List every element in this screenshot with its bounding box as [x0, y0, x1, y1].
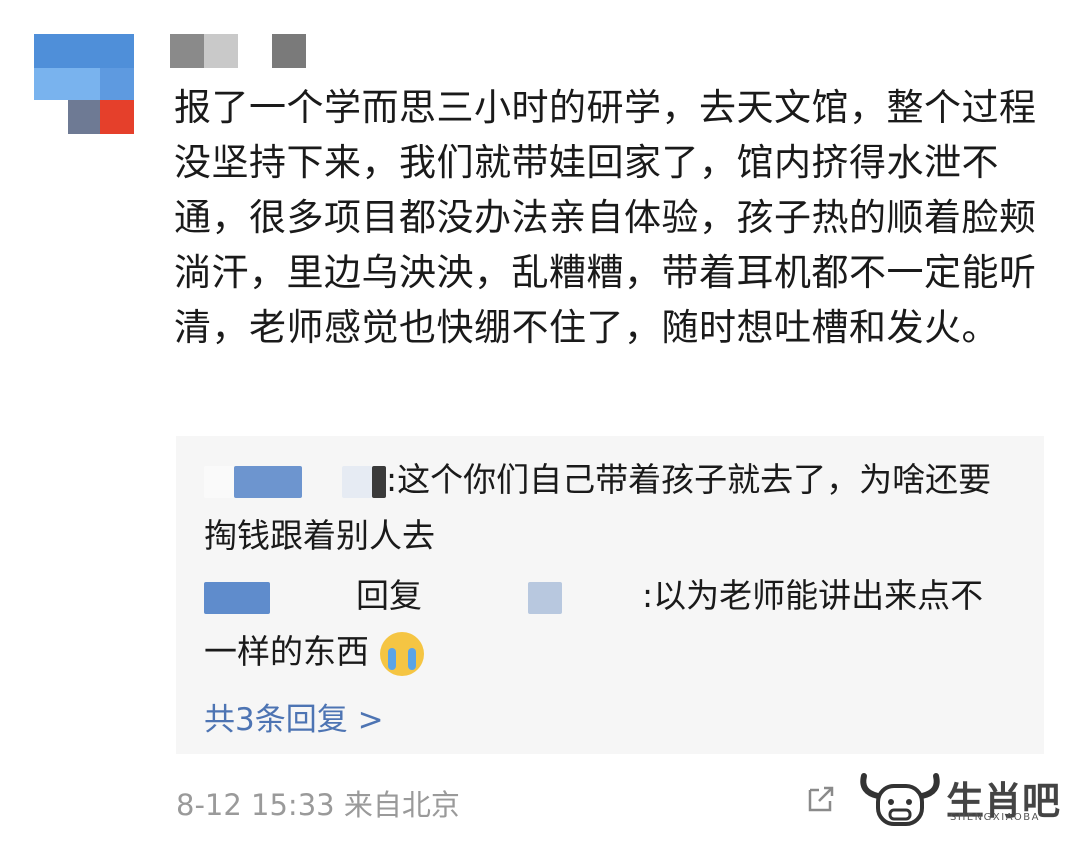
- location: 来自北京: [343, 788, 460, 822]
- username-pixel: [272, 34, 306, 68]
- watermark: 生肖吧 SHENGXIAOBA: [858, 768, 1068, 830]
- avatar[interactable]: [34, 34, 134, 134]
- reply-user-blur: [234, 465, 302, 498]
- post-meta: 8-12 15:33 来自北京: [176, 782, 460, 824]
- reply-user-blur: [302, 465, 342, 498]
- username-pixel: [170, 34, 204, 68]
- reply-item[interactable]: :这个你们自己带着孩子就去了，为啥还要掏钱跟着别人去: [204, 452, 1014, 564]
- avatar-pixel: [34, 34, 134, 68]
- reply-prefix: 回复: [356, 576, 422, 615]
- reply-user-blur: [342, 465, 372, 498]
- timestamp: 8-12 15:33: [176, 788, 335, 822]
- username-pixel: [204, 34, 238, 68]
- replies-box[interactable]: :这个你们自己带着孩子就去了，为啥还要掏钱跟着别人去 回复:以为老师能讲出来点不…: [176, 436, 1044, 754]
- crying-face-emoji: [379, 631, 424, 676]
- username[interactable]: [170, 34, 310, 68]
- reply-text: :以为老师能讲出来点不一样的东西: [204, 576, 984, 671]
- avatar-pixel: [100, 100, 134, 134]
- reply-user-blur: [528, 581, 562, 614]
- reply-user-blur: [204, 465, 234, 498]
- reply-user-blur: [372, 465, 386, 498]
- ox-logo-icon: [860, 773, 940, 826]
- post-text: 报了一个学而思三小时的研学，去天文馆，整个过程没坚持下来，我们就带娃回家了，馆内…: [174, 86, 1037, 349]
- reply-user-blur: [422, 581, 528, 614]
- avatar-pixel: [68, 100, 100, 134]
- reply-user-blur: [204, 581, 270, 614]
- view-more-replies-link[interactable]: 共3条回复 >: [204, 694, 384, 739]
- watermark-subtext: SHENGXIAOBA: [950, 812, 1040, 823]
- avatar-pixel: [100, 68, 134, 100]
- reply-item[interactable]: 回复:以为老师能讲出来点不一样的东西: [204, 568, 1014, 680]
- share-icon[interactable]: [806, 784, 836, 814]
- avatar-pixel: [34, 68, 100, 100]
